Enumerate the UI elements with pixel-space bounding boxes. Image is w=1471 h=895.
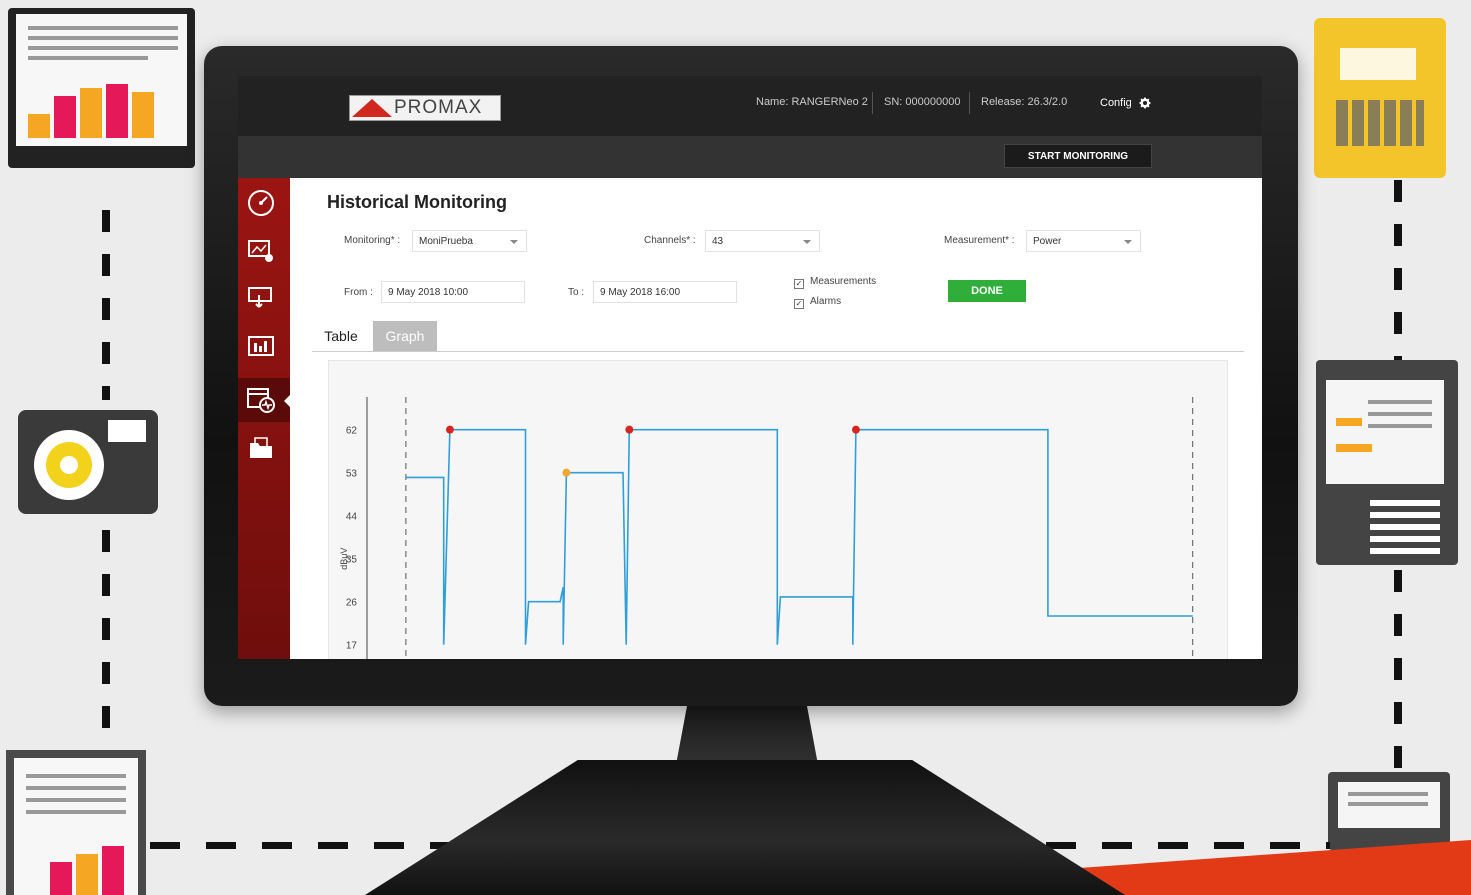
tab-graph[interactable]: Graph: [373, 321, 437, 351]
power-series-line: [405, 428, 1193, 645]
tab-divider: [312, 351, 1244, 352]
to-date-input[interactable]: 9 May 2018 16:00: [593, 281, 737, 303]
alarms-checkbox-label: Alarms: [810, 296, 842, 307]
y-tick-label: 17: [346, 641, 358, 652]
alarm-marker: [851, 425, 860, 434]
bottom-left-report-decor: [6, 750, 146, 895]
measurements-checkbox[interactable]: ✓: [794, 279, 804, 289]
done-button[interactable]: DONE: [948, 280, 1026, 302]
config-label: Config: [1100, 97, 1132, 109]
sidebar: [238, 178, 291, 659]
header-divider: [969, 92, 970, 114]
folder-icon: [250, 437, 272, 458]
sidebar-item-display-settings[interactable]: [246, 236, 276, 266]
power-chart: 62 53 44 35 26 17 dBμV: [328, 360, 1228, 659]
chart-svg: 625344352617dBμV: [339, 397, 1194, 659]
logo-mark-icon: [352, 99, 392, 117]
camera-decor: [18, 410, 158, 514]
y-tick-label: 53: [346, 469, 358, 480]
sidebar-item-remote-control[interactable]: [246, 284, 276, 314]
monitoring-select[interactable]: MoniPrueba: [412, 230, 527, 252]
config-button[interactable]: Config: [1100, 96, 1152, 110]
brand-logo[interactable]: PROMAX: [349, 95, 501, 121]
doc-panel-decor: [1316, 360, 1458, 565]
y-tick-label: 44: [346, 512, 358, 523]
bottom-right-card-decor: [1328, 772, 1450, 850]
y-tick-label: 62: [346, 426, 358, 437]
measurement-select[interactable]: Power: [1026, 230, 1141, 252]
alarms-checkbox[interactable]: ✓: [794, 299, 804, 309]
touch-screen-icon: [248, 287, 272, 308]
to-label: To :: [568, 287, 585, 298]
connector-line-left: [102, 210, 110, 400]
gear-icon: [1139, 97, 1151, 109]
serial-number: SN: 000000000: [884, 96, 961, 108]
sidebar-item-files[interactable]: [246, 434, 276, 464]
chevron-down-icon: [803, 240, 811, 244]
top-bar: PROMAX Name: RANGERNeo 2 SN: 000000000 R…: [238, 76, 1262, 136]
brand-name: PROMAX: [394, 97, 483, 118]
connector-line-left-lower: [102, 530, 110, 750]
start-monitoring-button[interactable]: START MONITORING: [1004, 144, 1152, 168]
channels-select[interactable]: 43: [705, 230, 820, 252]
connector-line-right-lower: [1394, 570, 1402, 770]
monitoring-label: Monitoring* :: [344, 235, 401, 246]
alarm-marker: [625, 425, 634, 434]
alarm-marker: [445, 425, 454, 434]
y-axis-label: dBμV: [339, 548, 349, 570]
monitor-settings-icon: [248, 240, 273, 262]
spectrum-icon: [248, 336, 274, 356]
measurements-checkbox-label: Measurements: [810, 276, 877, 287]
sidebar-item-spectrum[interactable]: [246, 332, 276, 362]
monitor-stand-base: [365, 760, 1125, 895]
channels-label: Channels* :: [644, 235, 696, 246]
sidebar-item-historical-monitoring[interactable]: [246, 384, 276, 414]
from-date-input[interactable]: 9 May 2018 10:00: [381, 281, 525, 303]
header-divider: [872, 92, 873, 114]
warning-marker: [562, 468, 571, 477]
page-title: Historical Monitoring: [327, 192, 507, 212]
channels-value: 43: [712, 236, 724, 247]
from-label: From :: [344, 287, 373, 298]
measurement-value: Power: [1033, 236, 1062, 247]
sidebar-item-dashboard[interactable]: [246, 188, 276, 218]
active-indicator-arrow: [284, 394, 291, 408]
monitoring-value: MoniPrueba: [419, 236, 473, 247]
device-name: Name: RANGERNeo 2: [756, 96, 868, 108]
app-screen: PROMAX Name: RANGERNeo 2 SN: 000000000 R…: [238, 76, 1262, 659]
report-screen-decor: [16, 14, 187, 146]
chevron-down-icon: [1124, 240, 1132, 244]
measurement-label: Measurement* :: [944, 235, 1015, 246]
gauge-icon: [248, 190, 274, 216]
yellow-tablet-decor: [1314, 18, 1446, 178]
calendar-monitoring-icon: [247, 388, 275, 413]
connector-line-right: [1394, 180, 1402, 360]
release-version: Release: 26.3/2.0: [981, 96, 1068, 108]
chevron-down-icon: [510, 240, 518, 244]
tab-table[interactable]: Table: [318, 321, 364, 351]
y-tick-label: 26: [346, 598, 358, 609]
